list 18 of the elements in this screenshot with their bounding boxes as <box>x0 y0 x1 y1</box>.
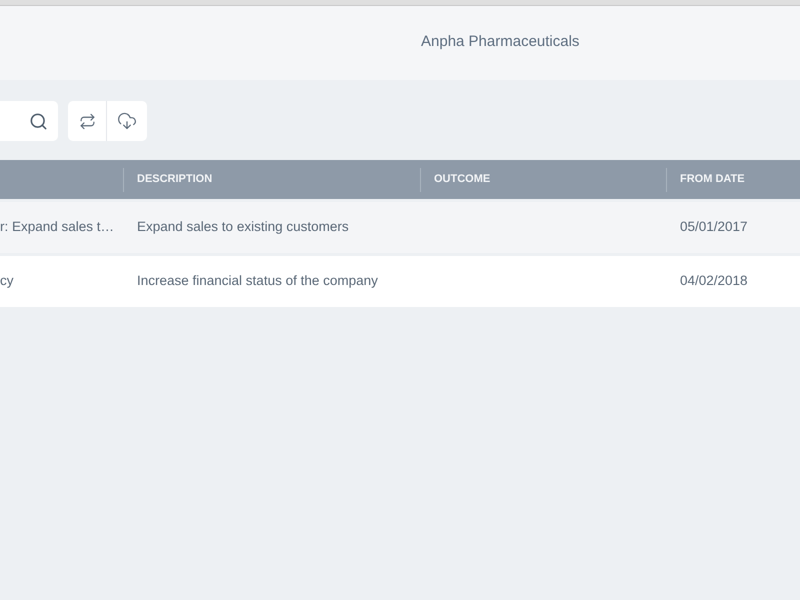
company-name: Anpha Pharmaceuticals <box>421 32 580 52</box>
table-cell-text: Increase financial status of the company <box>137 272 378 290</box>
column-heading[interactable]: OUTCOME <box>421 171 490 188</box>
table-cell-text: cy <box>0 272 14 290</box>
table-cell-text: 05/01/2017 <box>680 218 748 236</box>
cloud-download-icon <box>117 111 137 131</box>
repeat-arrows-icon <box>78 112 96 130</box>
table-cell-text: 04/02/2018 <box>680 272 748 290</box>
search-field[interactable] <box>0 101 58 141</box>
table-cell-text: r: Expand sales t… <box>0 218 114 236</box>
search-icon <box>29 112 48 130</box>
table-cell-text: Expand sales to existing customers <box>137 218 349 236</box>
download-button[interactable] <box>107 101 147 141</box>
table-row[interactable]: cy Increase financial status of the company 04/02/2018 <box>0 256 800 307</box>
table-row[interactable]: r: Expand sales t… Expand sales to existing customers 05/01/2017 <box>0 202 800 253</box>
swap-button[interactable] <box>68 101 107 141</box>
column-heading[interactable]: DESCRIPTION <box>124 171 212 188</box>
column-heading[interactable]: FROM DATE <box>667 171 745 188</box>
